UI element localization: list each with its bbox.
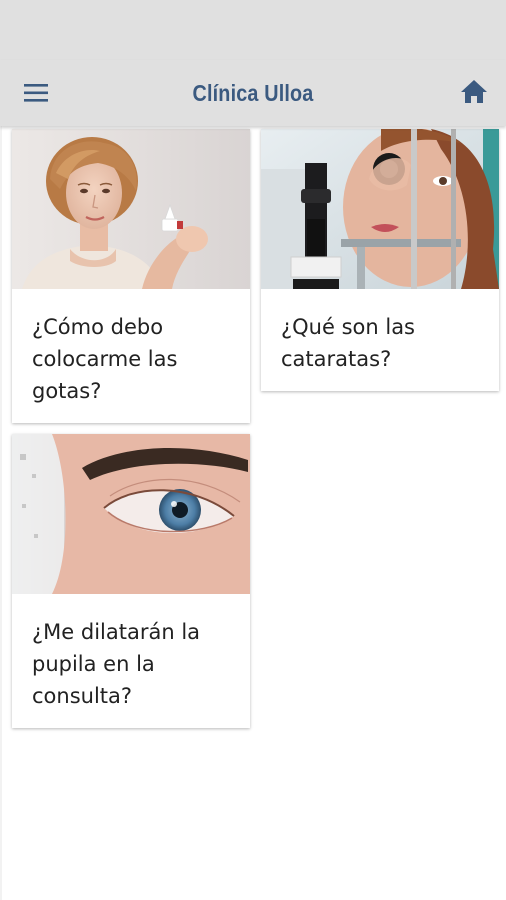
article-grid: ¿Cómo debo colocarme las gotas? ¿Qué son… xyxy=(0,126,506,900)
status-bar xyxy=(0,0,506,60)
article-card[interactable]: ¿Qué son las cataratas? xyxy=(261,129,499,391)
home-button[interactable] xyxy=(456,74,492,110)
article-card-title: ¿Cómo debo colocarme las gotas? xyxy=(32,315,178,403)
woman-holding-eye-drops-photo xyxy=(12,129,250,289)
home-icon xyxy=(461,80,487,103)
article-card-title: ¿Qué son las cataratas? xyxy=(281,315,415,371)
blue-eye-closeup-photo xyxy=(12,434,250,594)
article-card[interactable]: ¿Me dilatarán la pupila en la consulta? xyxy=(12,434,250,728)
app-bar: Clínica Ulloa xyxy=(0,60,506,126)
article-card-title: ¿Me dilatarán la pupila en la consulta? xyxy=(32,620,201,708)
app-title: Clínica Ulloa xyxy=(192,80,314,106)
eye-examination-slit-lamp-photo xyxy=(261,129,499,289)
article-card[interactable]: ¿Cómo debo colocarme las gotas? xyxy=(12,129,250,423)
